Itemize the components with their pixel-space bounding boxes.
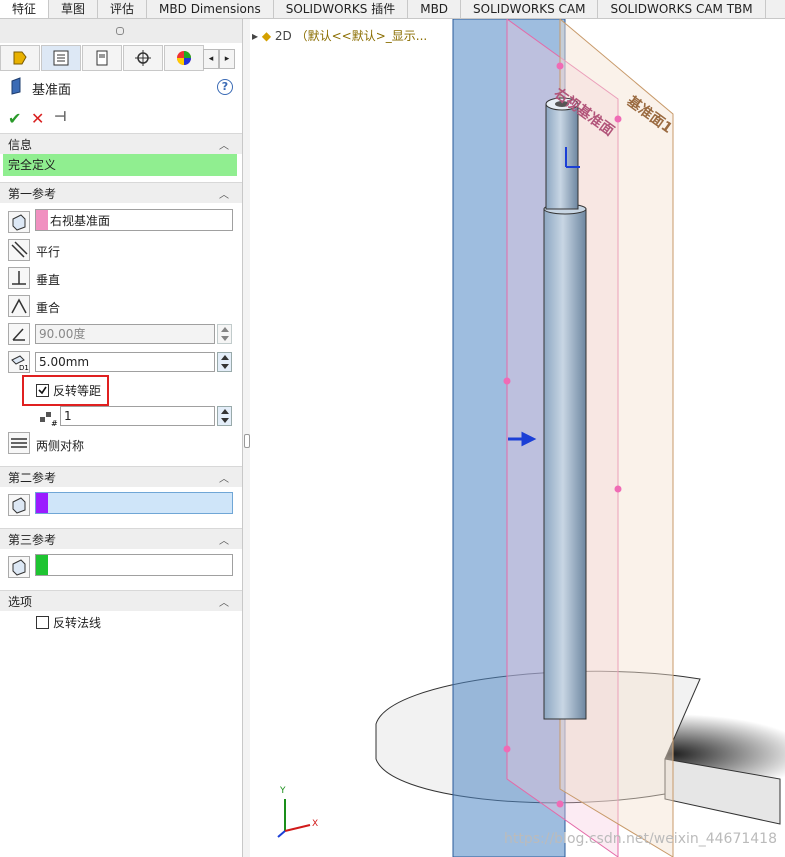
tab-solidworks-cam-tbm[interactable]: SOLIDWORKS CAM TBM <box>598 0 766 18</box>
panel-title: 基准面 <box>32 83 72 98</box>
configuration-manager-icon[interactable] <box>82 45 122 71</box>
shaft <box>543 208 587 720</box>
status-message: 完全定义 <box>3 154 237 176</box>
model-view <box>277 19 785 857</box>
third-reference-header[interactable]: 第三参考 ︿ <box>0 528 242 549</box>
axis-y-label: Y <box>280 786 286 796</box>
axis-triad-icon <box>277 799 311 838</box>
command-manager-tabs: 特征 草图 评估 MBD Dimensions SOLIDWORKS 插件 MB… <box>0 0 785 19</box>
options-section-header[interactable]: 选项 ︿ <box>0 590 242 611</box>
mid-plane-label[interactable]: 两侧对称 <box>36 437 84 454</box>
tab-mbd-dimensions[interactable]: MBD Dimensions <box>147 0 274 18</box>
tab-evaluate[interactable]: 评估 <box>98 0 148 18</box>
dimxpert-manager-icon[interactable] <box>123 45 163 71</box>
second-reference-field[interactable] <box>35 492 233 514</box>
first-reference-label: 第一参考 <box>8 187 57 201</box>
first-reference-value: 右视基准面 <box>50 214 111 228</box>
coincident-label[interactable]: 重合 <box>36 299 60 316</box>
plane-handle[interactable] <box>503 377 511 385</box>
collapse-dot-icon[interactable] <box>116 27 124 35</box>
highlight-box <box>22 375 109 406</box>
second-reference-swatch <box>36 493 48 513</box>
parallel-label[interactable]: 平行 <box>36 243 60 260</box>
plane-icon <box>11 77 21 95</box>
angle-spinner[interactable] <box>217 324 232 344</box>
help-icon[interactable]: ? <box>217 79 233 95</box>
tab-sketch[interactable]: 草图 <box>49 0 99 18</box>
second-reference-label: 第二参考 <box>8 471 57 485</box>
third-reference-field[interactable] <box>35 554 233 576</box>
display-manager-icon[interactable] <box>164 45 204 71</box>
first-reference-field[interactable]: 右视基准面 <box>35 209 233 231</box>
cancel-x-icon[interactable]: ✕ <box>31 109 44 128</box>
feature-manager-icon[interactable] <box>0 45 40 71</box>
scroll-left-icon[interactable]: ◂ <box>203 49 219 69</box>
scroll-right-icon[interactable]: ▸ <box>219 49 235 69</box>
svg-text:#: # <box>51 419 58 427</box>
svg-text:D1: D1 <box>19 364 29 372</box>
property-manager-icon[interactable] <box>41 45 81 71</box>
panel-toolstrip <box>0 19 242 43</box>
collapse-chevron-icon[interactable]: ︿ <box>219 532 229 547</box>
plane-handle[interactable] <box>503 745 511 753</box>
coincident-icon[interactable] <box>8 295 30 317</box>
offset-distance-spinner[interactable] <box>217 352 232 372</box>
tab-solidworks-cam[interactable]: SOLIDWORKS CAM <box>461 0 599 18</box>
parallel-icon[interactable] <box>8 239 30 261</box>
first-reference-header[interactable]: 第一参考 ︿ <box>0 182 242 203</box>
tab-mbd[interactable]: MBD <box>408 0 462 18</box>
collapse-chevron-icon[interactable]: ︿ <box>219 594 229 609</box>
info-header-label: 信息 <box>8 138 33 152</box>
pin-icon[interactable]: ⊣ <box>54 109 67 125</box>
property-manager-panel: ◂ ▸ 基准面 ? ✔ ✕ ⊣ 信息 ︿ 完全定义 第一参考 ︿ 右视基准面 平… <box>0 19 243 857</box>
panel-splitter[interactable] <box>243 19 250 857</box>
watermark: https://blog.csdn.net/weixin_44671418 <box>503 831 777 847</box>
reference-selection-icon <box>8 556 30 578</box>
perpendicular-label[interactable]: 垂直 <box>36 271 60 288</box>
mid-plane-icon[interactable] <box>8 432 30 454</box>
offset-distance-field[interactable]: 5.00mm <box>35 352 215 372</box>
graphics-viewport[interactable]: ▸ ◆ 2D （默认<<默认>_显示... 右视基准面 基准面1 Y X htt… <box>250 19 785 857</box>
reference-selection-icon <box>8 211 30 233</box>
tab-features[interactable]: 特征 <box>0 0 50 18</box>
instances-field[interactable]: 1 <box>60 406 215 426</box>
instances-spinner[interactable] <box>217 406 232 426</box>
angle-icon[interactable] <box>8 323 30 345</box>
collapse-chevron-icon[interactable]: ︿ <box>219 137 229 152</box>
third-reference-swatch <box>36 555 48 575</box>
second-reference-header[interactable]: 第二参考 ︿ <box>0 466 242 487</box>
instances-icon: # <box>38 409 58 428</box>
angle-field[interactable]: 90.00度 <box>35 324 215 344</box>
options-header-label: 选项 <box>8 595 33 609</box>
plane-handle[interactable] <box>614 485 622 493</box>
perpendicular-icon[interactable] <box>8 267 30 289</box>
reference-selection-icon <box>8 494 30 516</box>
ok-check-icon[interactable]: ✔ <box>8 109 21 128</box>
pin <box>545 103 579 210</box>
first-reference-swatch <box>36 210 48 230</box>
flip-normal-checkbox[interactable] <box>36 616 49 629</box>
offset-distance-icon[interactable]: D1 <box>8 351 30 373</box>
tab-solidworks-addins[interactable]: SOLIDWORKS 插件 <box>274 0 409 18</box>
info-section-header[interactable]: 信息 ︿ <box>0 133 242 154</box>
axis-x-label: X <box>312 819 319 829</box>
plane-handle[interactable] <box>556 800 564 808</box>
plane-handle[interactable] <box>556 62 564 70</box>
collapse-chevron-icon[interactable]: ︿ <box>219 470 229 485</box>
third-reference-label: 第三参考 <box>8 533 57 547</box>
collapse-chevron-icon[interactable]: ︿ <box>219 186 229 201</box>
flip-normal-label[interactable]: 反转法线 <box>53 614 101 631</box>
